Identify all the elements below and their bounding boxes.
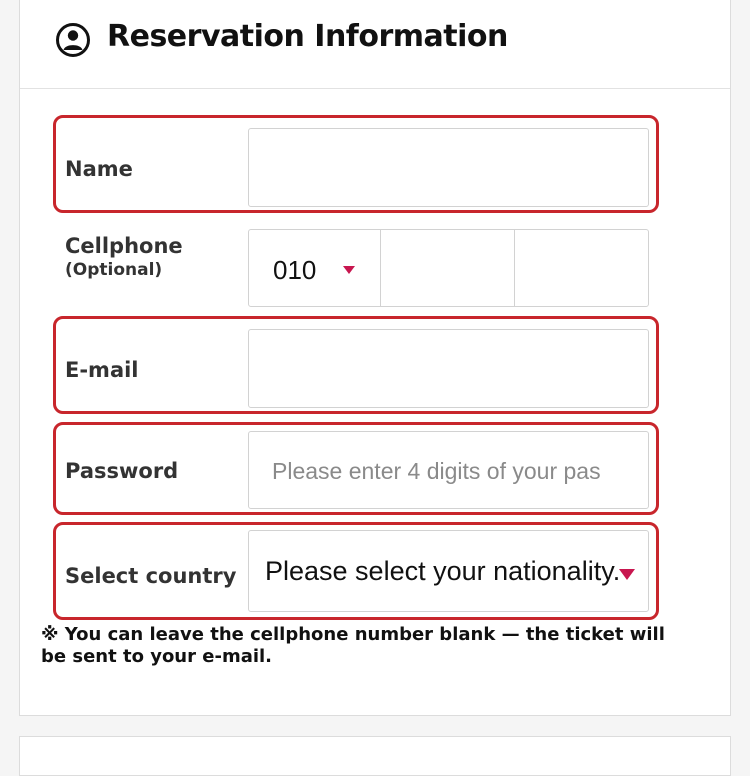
page-title: Reservation Information [107, 19, 508, 54]
country-select[interactable]: Please select your nationality. [248, 530, 649, 612]
name-input[interactable] [248, 128, 649, 207]
user-circle-icon [56, 23, 90, 57]
cellphone-last-input[interactable] [515, 230, 648, 306]
cellphone-label: Cellphone [65, 234, 183, 258]
cellphone-middle-input[interactable] [381, 230, 515, 306]
cellphone-group: 010 [248, 229, 649, 307]
password-placeholder: Please enter 4 digits of your pas [272, 458, 601, 484]
section-header: Reservation Information [20, 0, 730, 89]
country-select-value: Please select your nationality. [265, 556, 621, 586]
cellphone-prefix-value: 010 [273, 255, 317, 285]
cellphone-prefix-select[interactable]: 010 [249, 230, 381, 306]
name-label: Name [65, 157, 133, 181]
next-section-card [19, 736, 731, 776]
password-label: Password [65, 459, 179, 483]
cellphone-optional-label: (Optional) [65, 260, 163, 280]
country-label: Select country [65, 564, 237, 588]
cellphone-note: ※ You can leave the cellphone number bla… [41, 624, 665, 667]
password-input[interactable]: Please enter 4 digits of your pas [248, 431, 649, 509]
chevron-down-icon [343, 266, 355, 274]
email-input[interactable] [248, 329, 649, 408]
email-label: E-mail [65, 358, 139, 382]
chevron-down-icon [619, 569, 635, 580]
